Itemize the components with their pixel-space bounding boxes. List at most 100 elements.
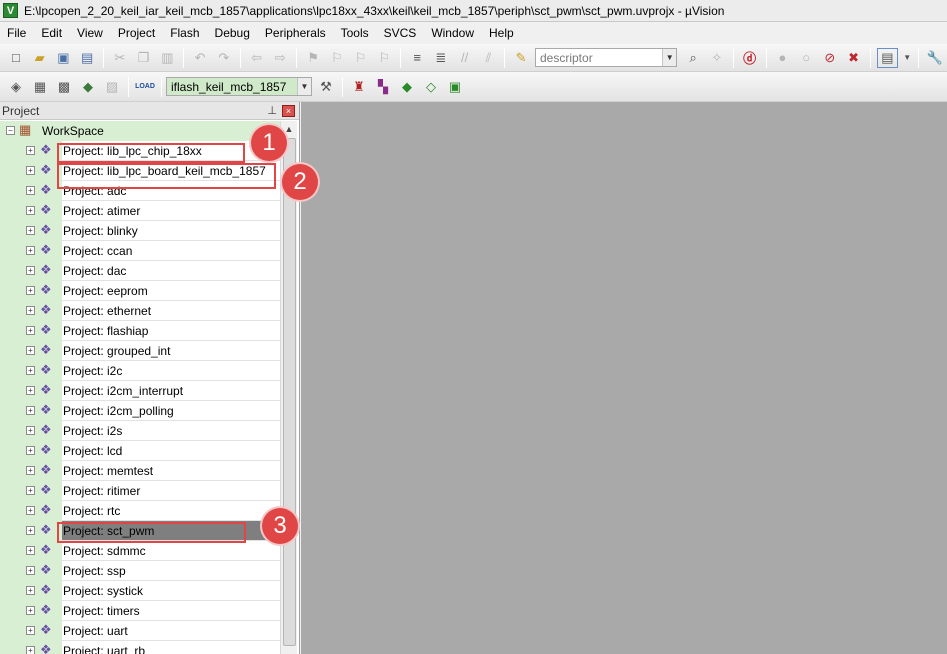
project-row[interactable]: + ❖ Project: uart	[0, 621, 280, 641]
project-row[interactable]: + ❖ Project: i2cm_polling	[0, 401, 280, 421]
project-row[interactable]: + ❖ Project: flashiap	[0, 321, 280, 341]
project-label[interactable]: Project: blinky	[62, 221, 280, 241]
project-row[interactable]: + ❖ Project: ccan	[0, 241, 280, 261]
project-row[interactable]: + ❖ Project: timers	[0, 601, 280, 621]
tree-scrollbar[interactable]: ▲	[280, 121, 297, 654]
project-label[interactable]: Project: dac	[62, 261, 280, 281]
workspace-row[interactable]: − ▦ WorkSpace	[0, 121, 280, 141]
menu-window[interactable]: Window	[424, 22, 482, 44]
unindent-icon[interactable]: ≣	[431, 48, 451, 68]
bookmark-icon[interactable]: ⚑	[303, 48, 323, 68]
expand-icon[interactable]: +	[26, 606, 35, 615]
project-label[interactable]: Project: flashiap	[62, 321, 280, 341]
project-label[interactable]: Project: ritimer	[62, 481, 280, 501]
close-icon[interactable]: ×	[282, 105, 295, 117]
project-label[interactable]: Project: grouped_int	[62, 341, 280, 361]
indent-icon[interactable]: ≡	[407, 48, 427, 68]
project-row[interactable]: + ❖ Project: blinky	[0, 221, 280, 241]
project-label[interactable]: Project: atimer	[62, 201, 280, 221]
project-row[interactable]: + ❖ Project: i2cm_interrupt	[0, 381, 280, 401]
target-options-icon[interactable]: ⚒	[316, 77, 336, 97]
project-label[interactable]: Project: eeprom	[62, 281, 280, 301]
find-icon[interactable]: ⌕	[683, 48, 703, 68]
disable-all-breakpoints-icon[interactable]: ⊘	[820, 48, 840, 68]
expand-icon[interactable]: +	[26, 486, 35, 495]
chevron-down-icon[interactable]: ▼	[662, 49, 677, 66]
project-row[interactable]: + ❖ Project: sdmmc	[0, 541, 280, 561]
pack-installer-icon[interactable]: ◇	[421, 77, 441, 97]
project-row[interactable]: + ❖ Project: i2c	[0, 361, 280, 381]
project-label[interactable]: Project: ssp	[62, 561, 280, 581]
select-packs-icon[interactable]: ◆	[397, 77, 417, 97]
uncomment-icon[interactable]: ⫽	[479, 48, 499, 68]
expand-icon[interactable]: +	[26, 466, 35, 475]
expand-icon[interactable]: +	[26, 426, 35, 435]
project-label[interactable]: Project: timers	[62, 601, 280, 621]
expand-icon[interactable]: +	[26, 186, 35, 195]
find-in-files-icon[interactable]: ✎	[511, 48, 531, 68]
menu-peripherals[interactable]: Peripherals	[258, 22, 334, 44]
incremental-find-icon[interactable]: ✧	[707, 48, 727, 68]
clear-bookmarks-icon[interactable]: ⚐	[375, 48, 395, 68]
project-label[interactable]: Project: systick	[62, 581, 280, 601]
scroll-thumb[interactable]	[283, 138, 296, 646]
project-label[interactable]: Project: ethernet	[62, 301, 280, 321]
menu-project[interactable]: Project	[111, 22, 163, 44]
project-row[interactable]: + ❖ Project: lcd	[0, 441, 280, 461]
expand-icon[interactable]: +	[26, 526, 35, 535]
menu-tools[interactable]: Tools	[334, 22, 377, 44]
project-row[interactable]: + ❖ Project: dac	[0, 261, 280, 281]
navigate-forward-icon[interactable]: ⇨	[271, 48, 291, 68]
expand-icon[interactable]: +	[26, 306, 35, 315]
manage-components-icon[interactable]: ▚	[373, 77, 393, 97]
run-time-environment-icon[interactable]: ▣	[445, 77, 465, 97]
expand-icon[interactable]: +	[26, 586, 35, 595]
menu-flash[interactable]: Flash	[163, 22, 207, 44]
copy-icon[interactable]: ❐	[134, 48, 154, 68]
cut-icon[interactable]: ✂	[110, 48, 130, 68]
project-label[interactable]: Project: i2s	[62, 421, 280, 441]
kill-breakpoints-icon[interactable]: ✖	[844, 48, 864, 68]
project-row[interactable]: + ❖ Project: systick	[0, 581, 280, 601]
project-row[interactable]: + ❖ Project: uart_rb	[0, 641, 280, 654]
project-row[interactable]: + ❖ Project: ritimer	[0, 481, 280, 501]
undo-icon[interactable]: ↶	[190, 48, 210, 68]
expand-icon[interactable]: +	[26, 446, 35, 455]
project-row[interactable]: + ❖ Project: ethernet	[0, 301, 280, 321]
search-combo[interactable]: descriptor ▼	[535, 48, 678, 67]
collapse-icon[interactable]: −	[6, 126, 15, 135]
expand-icon[interactable]: +	[26, 406, 35, 415]
navigate-back-icon[interactable]: ⇦	[247, 48, 267, 68]
project-label[interactable]: Project: ccan	[62, 241, 280, 261]
expand-icon[interactable]: +	[26, 346, 35, 355]
rebuild-icon[interactable]: ▩	[54, 77, 74, 97]
project-label[interactable]: Project: uart_rb	[62, 641, 280, 654]
project-row[interactable]: + ❖ Project: grouped_int	[0, 341, 280, 361]
project-label[interactable]: Project: rtc	[62, 501, 280, 521]
file-extensions-icon[interactable]: ♜	[349, 77, 369, 97]
chevron-down-icon[interactable]: ▼	[297, 78, 311, 95]
expand-icon[interactable]: +	[26, 206, 35, 215]
expand-icon[interactable]: +	[26, 646, 35, 654]
project-row[interactable]: + ❖ Project: i2s	[0, 421, 280, 441]
expand-icon[interactable]: +	[26, 166, 35, 175]
save-all-icon[interactable]: ▤	[77, 48, 97, 68]
menu-file[interactable]: File	[0, 22, 34, 44]
expand-icon[interactable]: +	[26, 246, 35, 255]
save-icon[interactable]: ▣	[54, 48, 74, 68]
translate-icon[interactable]: ◈	[6, 77, 26, 97]
project-row[interactable]: + ❖ Project: memtest	[0, 461, 280, 481]
open-folder-icon[interactable]: ▰	[30, 48, 50, 68]
chevron-down-icon[interactable]: ▼	[902, 48, 912, 68]
project-label[interactable]: Project: memtest	[62, 461, 280, 481]
new-file-icon[interactable]: □	[6, 48, 26, 68]
breakpoint-icon[interactable]: ●	[773, 48, 793, 68]
window-layout-icon[interactable]: ▤	[876, 47, 899, 68]
expand-icon[interactable]: +	[26, 286, 35, 295]
expand-icon[interactable]: +	[26, 506, 35, 515]
expand-icon[interactable]: +	[26, 366, 35, 375]
project-label[interactable]: Project: uart	[62, 621, 280, 641]
expand-icon[interactable]: +	[26, 266, 35, 275]
project-row[interactable]: + ❖ Project: atimer	[0, 201, 280, 221]
project-row[interactable]: + ❖ Project: eeprom	[0, 281, 280, 301]
